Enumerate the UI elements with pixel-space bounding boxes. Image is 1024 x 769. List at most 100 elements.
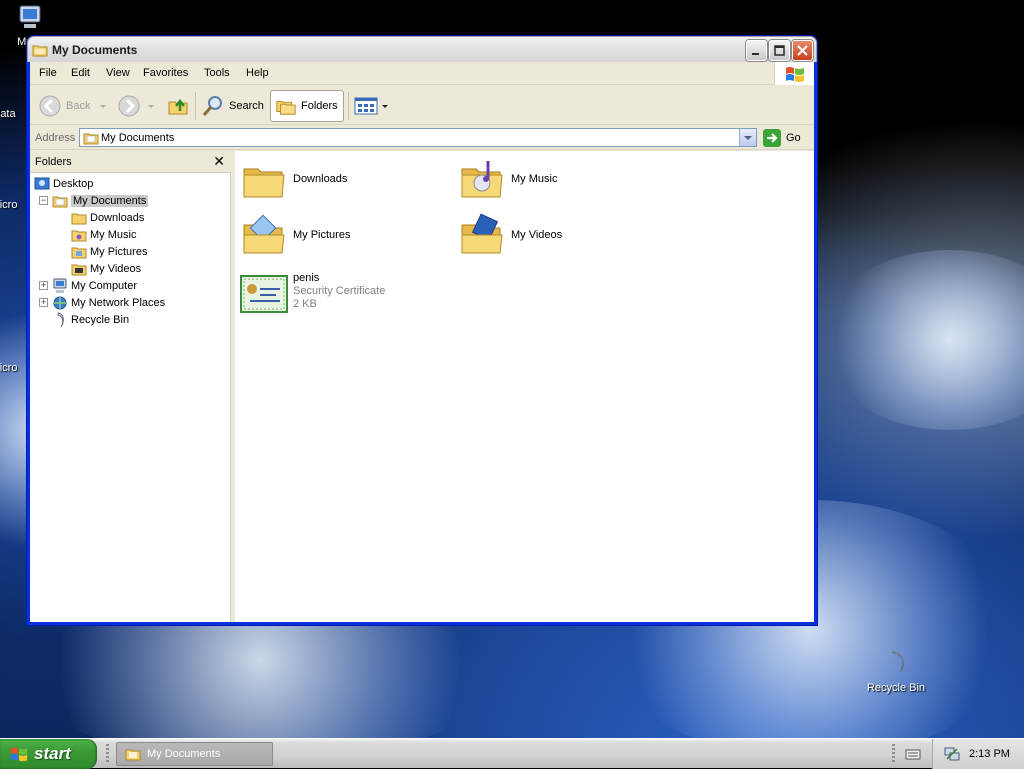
toolbar-separator <box>195 92 196 120</box>
menu-file[interactable]: File <box>39 67 57 79</box>
address-value: My Documents <box>101 132 175 144</box>
tree-item-label: My Computer <box>71 279 138 292</box>
computer-icon <box>19 5 41 28</box>
file-size: 2 KB <box>293 298 317 310</box>
file-list-pane: Downloads My Music My Pictures My Videos… <box>235 151 814 622</box>
folders-button[interactable]: Folders <box>270 90 344 122</box>
clock[interactable]: 2:13 PM <box>969 748 1010 760</box>
file-tile-my-music[interactable]: My Music <box>458 157 557 205</box>
tree-item-label: Downloads <box>90 211 145 224</box>
go-label: Go <box>786 131 801 144</box>
collapse-toggle[interactable]: − <box>39 196 48 205</box>
desktop-icon <box>34 177 50 189</box>
pictures-folder-icon <box>243 214 285 254</box>
tree-item-my-videos[interactable]: My Videos <box>71 260 141 277</box>
forward-button[interactable] <box>117 90 154 122</box>
back-dropdown-icon[interactable] <box>100 104 107 108</box>
desktop-icon-recycle-bin[interactable]: Recycle Bin <box>856 648 936 694</box>
window-title: My Documents <box>52 43 138 57</box>
close-folders-pane-icon[interactable]: ✕ <box>213 153 225 170</box>
windows-logo <box>774 62 814 85</box>
file-tile-downloads[interactable]: Downloads <box>240 157 347 205</box>
address-dropdown-button[interactable] <box>739 129 756 146</box>
taskbar-grip[interactable] <box>892 744 895 764</box>
tree-item-downloads[interactable]: Downloads <box>71 209 144 226</box>
tree-item-label: My Videos <box>90 262 142 275</box>
forward-dropdown-icon[interactable] <box>148 104 154 108</box>
videos-folder-icon <box>461 213 503 254</box>
minimize-button[interactable] <box>746 40 767 61</box>
chevron-down-icon <box>744 136 752 140</box>
menu-view[interactable]: View <box>106 67 130 79</box>
start-label: start <box>34 744 71 763</box>
views-button[interactable] <box>354 90 388 122</box>
expand-toggle[interactable]: + <box>39 298 48 307</box>
explorer-window: My Documents File Edit View Favorites To… <box>27 36 817 625</box>
file-name: Downloads <box>293 173 348 185</box>
close-button[interactable] <box>792 40 813 61</box>
file-tile-certificate[interactable]: penis Security Certificate 2 KB <box>240 271 385 319</box>
system-tray: 2:13 PM <box>932 739 1024 769</box>
tree-item-my-documents[interactable]: My Documents <box>52 192 149 209</box>
file-name: My Videos <box>511 229 563 241</box>
file-tile-my-pictures[interactable]: My Pictures <box>240 213 350 261</box>
back-button[interactable]: Back <box>38 90 107 122</box>
folder-icon <box>32 45 48 57</box>
tree-item-my-music[interactable]: My Music <box>71 226 136 243</box>
expand-toggle[interactable]: + <box>39 281 48 290</box>
tree-item-recycle-bin[interactable]: Recycle Bin <box>52 311 129 328</box>
keyboard-icon[interactable] <box>905 747 921 761</box>
toolbar: Back Search Folders <box>30 86 814 125</box>
go-button[interactable]: Go <box>763 128 801 147</box>
desktop-icon-label: Recycle Bin <box>866 682 926 694</box>
security-certificate-icon <box>240 275 288 313</box>
network-globe-icon <box>53 296 67 309</box>
tree-item-label: Desktop <box>53 177 94 190</box>
taskbar-grip[interactable] <box>106 744 109 764</box>
tree-item-label: My Network Places <box>71 296 166 309</box>
folders-label: Folders <box>301 100 338 112</box>
tree-item-desktop[interactable]: Desktop <box>34 175 93 192</box>
address-bar: Address My Documents Go <box>30 126 814 150</box>
search-button[interactable]: Search <box>201 90 264 122</box>
views-dropdown-icon <box>382 104 388 108</box>
tree-item-my-computer[interactable]: My Computer <box>52 277 137 294</box>
network-connection-icon[interactable] <box>943 745 961 763</box>
pictures-folder-icon <box>71 247 87 258</box>
start-button[interactable]: start <box>0 739 97 769</box>
maximize-button[interactable] <box>769 40 790 61</box>
tree-item-label: My Music <box>90 228 137 241</box>
tree-item-my-network-places[interactable]: My Network Places <box>52 294 165 311</box>
toolbar-separator <box>348 92 349 120</box>
tree-item-label: My Pictures <box>90 245 148 258</box>
folders-icon <box>276 100 296 115</box>
address-input[interactable]: My Documents <box>79 128 757 147</box>
menu-help[interactable]: Help <box>246 67 269 79</box>
desktop-icon-label: Micro <box>0 199 18 211</box>
maximize-icon <box>774 45 785 56</box>
file-tile-my-videos[interactable]: My Videos <box>458 213 562 261</box>
title-bar[interactable]: My Documents <box>27 36 817 62</box>
desktop-icon-label: Data <box>0 108 16 120</box>
windows-flag-icon <box>786 67 804 82</box>
computer-icon <box>53 278 67 293</box>
address-label: Address <box>35 132 76 144</box>
videos-folder-icon <box>71 264 87 275</box>
tree-item-my-pictures[interactable]: My Pictures <box>71 243 147 260</box>
tree-item-label: Recycle Bin <box>71 313 130 326</box>
earth-cloud <box>820 250 1024 430</box>
back-label: Back <box>66 100 91 112</box>
windows-flag-icon <box>10 747 28 762</box>
up-folder-button[interactable] <box>166 90 190 122</box>
taskbar-button-my-documents[interactable]: My Documents <box>116 742 273 766</box>
desktop-icon-label: Micro <box>0 362 18 374</box>
explorer-content: Folders ✕ Desktop − My Documents Downloa… <box>30 151 814 622</box>
menu-favorites[interactable]: Favorites <box>143 67 188 79</box>
file-name: penis <box>293 272 320 284</box>
menu-edit[interactable]: Edit <box>71 67 90 79</box>
taskbar: start My Documents 2:13 PM <box>0 738 1024 769</box>
views-icon <box>354 97 378 115</box>
forward-arrow-icon <box>118 95 140 117</box>
search-label: Search <box>229 100 264 112</box>
menu-tools[interactable]: Tools <box>204 67 230 79</box>
